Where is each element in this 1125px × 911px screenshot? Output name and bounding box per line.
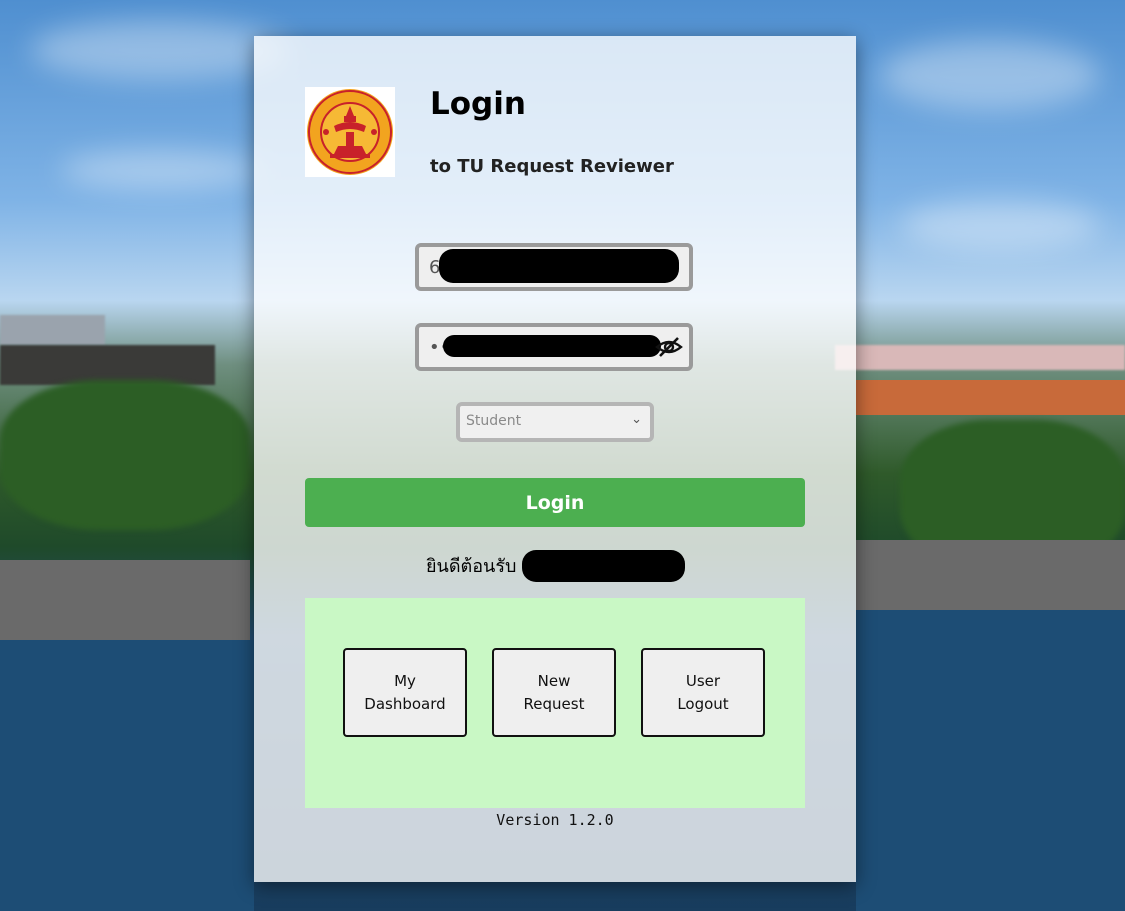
redacted-password [443,335,661,357]
thammasat-seal-icon [307,89,393,175]
password-field[interactable] [415,323,693,371]
new-request-button[interactable]: New Request [492,648,616,737]
welcome-text: ยินดีต้อนรับ [426,556,517,577]
logout-label-line2: Logout [677,694,729,713]
university-logo [305,87,395,177]
username-field[interactable] [415,243,693,291]
dashboard-label-line2: Dashboard [364,694,446,713]
chevron-down-icon: ⌄ [631,412,642,427]
new-request-label-line1: New [537,671,571,690]
dashboard-label-line1: My [394,671,416,690]
login-card: Login to TU Request Reviewer Student ⌄ L… [254,36,856,882]
page-title: Login [430,86,526,122]
welcome-message: ยินดีต้อนรับ [426,550,685,582]
eye-off-icon[interactable] [655,336,683,358]
new-request-label-line2: Request [523,694,585,713]
logout-label-line1: User [685,671,721,690]
page-subtitle: to TU Request Reviewer [430,156,674,177]
role-select[interactable]: Student ⌄ [456,402,654,442]
login-button[interactable]: Login [305,478,805,527]
redacted-username [439,249,679,283]
navigation-panel: My Dashboard New Request User Logout [305,598,805,808]
version-label: Version 1.2.0 [496,811,614,829]
my-dashboard-button[interactable]: My Dashboard [343,648,467,737]
role-selected-value: Student [466,413,522,429]
user-logout-button[interactable]: User Logout [641,648,765,737]
redacted-user-name [522,550,685,582]
